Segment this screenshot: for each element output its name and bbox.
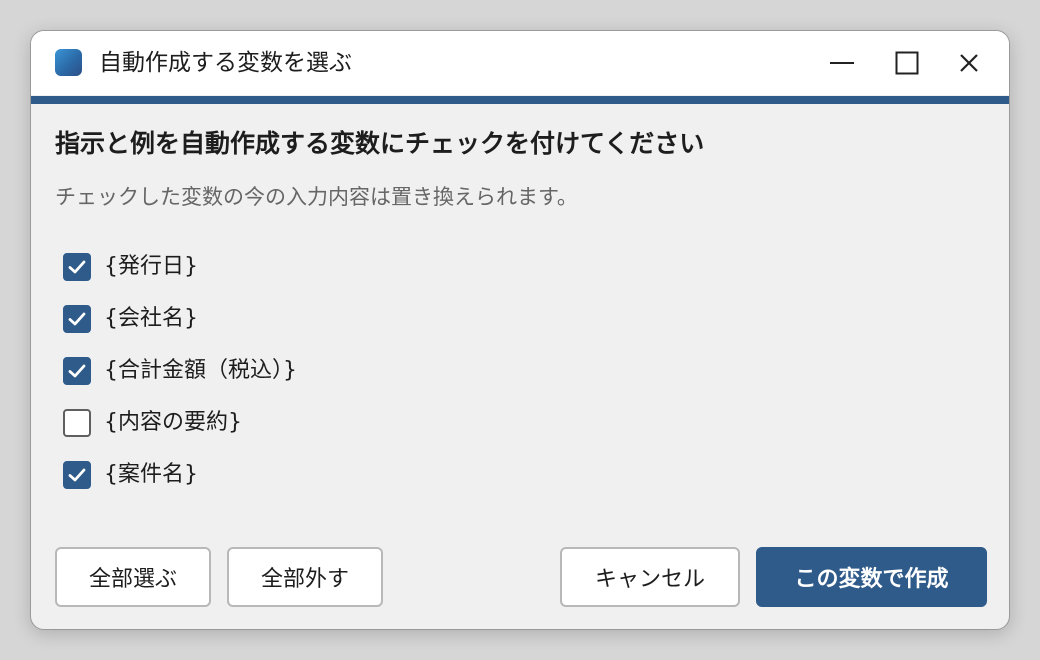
warning-subtext: チェックした変数の今の入力内容は置き換えられます。: [55, 185, 578, 209]
variable-option[interactable]: {案件名}: [63, 449, 663, 501]
variable-label: {発行日}: [104, 254, 198, 279]
variable-option[interactable]: {内容の要約}: [63, 397, 663, 449]
variable-checkbox[interactable]: [63, 357, 91, 385]
check-icon: [68, 468, 86, 482]
variable-checkbox[interactable]: [63, 305, 91, 333]
variable-checkbox[interactable]: [63, 253, 91, 281]
window-title: 自動作成する変数を選ぶ: [99, 50, 352, 76]
accent-bar: [31, 96, 1009, 104]
check-icon: [68, 364, 86, 378]
variable-checkbox[interactable]: [63, 409, 91, 437]
app-icon: [55, 49, 82, 76]
clear-all-button[interactable]: 全部外す: [227, 547, 383, 607]
variable-label: {会社名}: [104, 306, 198, 331]
variable-label: {内容の要約}: [104, 410, 242, 435]
minimize-icon: [829, 50, 855, 76]
variable-checkbox-list: {発行日} {会社名} {合計金額（税込）} {内容の要約} {案件名}: [63, 241, 663, 501]
variable-checkbox[interactable]: [63, 461, 91, 489]
dialog-window: 自動作成する変数を選ぶ 指示と例を自動作成する変数にチェックを付けてください チ…: [30, 30, 1010, 630]
close-button[interactable]: [951, 47, 987, 79]
select-all-button[interactable]: 全部選ぶ: [55, 547, 211, 607]
close-icon: [958, 52, 980, 74]
maximize-button[interactable]: [889, 47, 925, 79]
create-button[interactable]: この変数で作成: [756, 547, 987, 607]
variable-label: {案件名}: [104, 462, 198, 487]
variable-option[interactable]: {合計金額（税込）}: [63, 345, 663, 397]
cancel-button[interactable]: キャンセル: [560, 547, 740, 607]
title-bar[interactable]: 自動作成する変数を選ぶ: [31, 31, 1009, 95]
minimize-button[interactable]: [824, 47, 860, 79]
check-icon: [68, 312, 86, 326]
check-icon: [68, 260, 86, 274]
maximize-icon: [895, 51, 919, 75]
variable-option[interactable]: {発行日}: [63, 241, 663, 293]
variable-option[interactable]: {会社名}: [63, 293, 663, 345]
instruction-heading: 指示と例を自動作成する変数にチェックを付けてください: [55, 129, 705, 158]
variable-label: {合計金額（税込）}: [104, 358, 297, 383]
